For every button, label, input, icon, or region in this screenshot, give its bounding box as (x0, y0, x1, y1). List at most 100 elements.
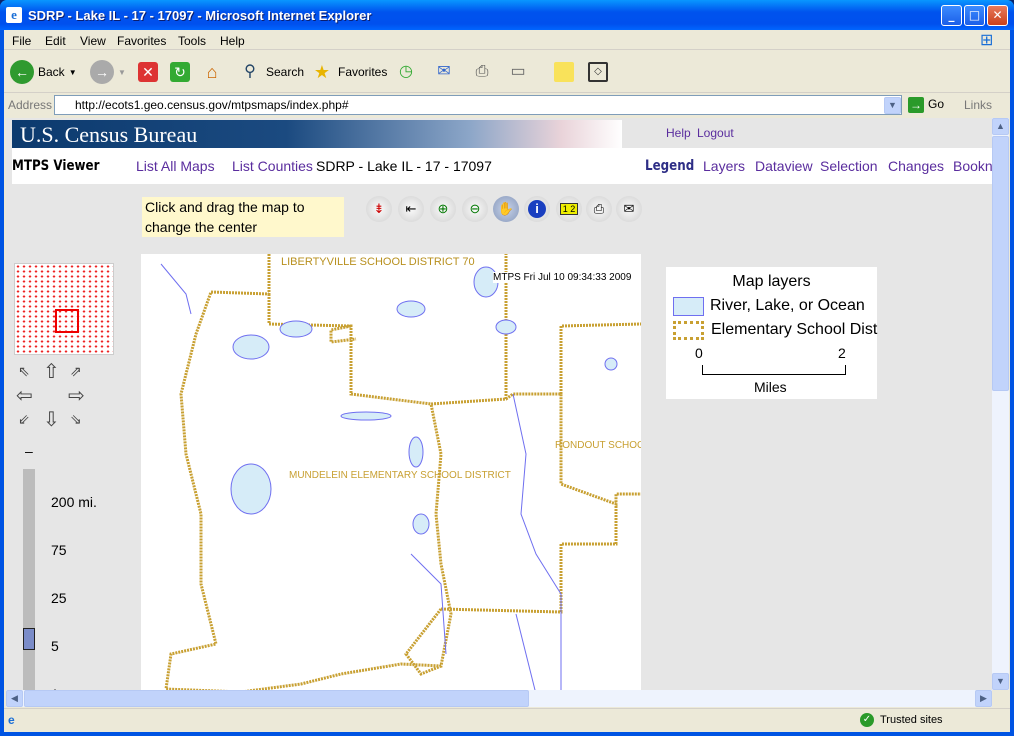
pan-southeast-icon[interactable]: ⇘ (70, 411, 82, 428)
back-label: Back (38, 65, 65, 79)
zoom-slider-track[interactable] (23, 469, 35, 690)
hint-box: Click and drag the map to change the cen… (142, 197, 344, 237)
menu-edit[interactable]: Edit (45, 34, 66, 48)
overview-map[interactable] (14, 263, 114, 355)
forward-button[interactable]: → ▼ (90, 59, 126, 85)
zoom-level-75[interactable]: 75 (51, 542, 67, 558)
zoom-level-200[interactable]: 200 mi. (51, 494, 97, 510)
messenger-button[interactable]: ◇ (588, 59, 608, 85)
logout-link[interactable]: Logout (697, 126, 734, 140)
brand-title: U.S. Census Bureau (20, 122, 198, 147)
info-tool[interactable]: i (524, 196, 550, 222)
refresh-button[interactable]: ↻ (170, 59, 190, 85)
maximize-button[interactable]: □ (964, 5, 985, 26)
stop-button[interactable]: ✕ (138, 59, 158, 85)
window-title: SDRP - Lake IL - 17 - 17097 - Microsoft … (28, 8, 372, 23)
pan-southwest-icon[interactable]: ⇙ (18, 411, 30, 428)
pan-hand-tool-icon[interactable]: ✋ (493, 196, 519, 222)
edit-button[interactable]: ▭ (506, 59, 530, 85)
email-tool-icon[interactable]: ✉ (616, 196, 642, 222)
horizontal-scroll-thumb[interactable] (24, 690, 529, 707)
district-swatch (673, 321, 704, 340)
measure-tool-icon[interactable]: 1 2 (556, 196, 582, 222)
zoom-out-tool-icon[interactable]: ⊖ (462, 196, 488, 222)
district-label-mundelein: MUNDELEIN ELEMENTARY SCHOOL DISTRICT (289, 470, 511, 481)
zoom-in-tool-icon[interactable]: ⊕ (430, 196, 456, 222)
pan-west-icon[interactable]: ⇦ (16, 383, 33, 408)
pan-east-icon[interactable]: ⇨ (68, 383, 85, 408)
back-dropdown-icon[interactable]: ▼ (69, 68, 77, 77)
address-dropdown[interactable]: ▼ (884, 97, 901, 114)
favorites-button[interactable]: ★ Favorites (310, 59, 387, 85)
pan-northeast-icon[interactable]: ⇗ (70, 363, 82, 380)
zoom-slider-thumb[interactable] (23, 628, 35, 650)
favorites-label: Favorites (338, 65, 388, 79)
print-tool-icon[interactable]: ⎙ (586, 196, 612, 222)
menu-tools[interactable]: Tools (178, 34, 206, 48)
zoom-level-25[interactable]: 25 (51, 590, 67, 606)
tab-layers[interactable]: Layers (703, 158, 745, 174)
address-bar: Address http://ecots1.geo.census.gov/mtp… (4, 94, 1010, 116)
pan-northwest-icon[interactable]: ⇖ (18, 363, 30, 380)
tab-legend[interactable]: Legend (645, 158, 694, 174)
trusted-check-icon: ✓ (860, 713, 874, 727)
nav-bar: MTPS Viewer List All Maps List Counties … (12, 148, 992, 184)
star-icon: ★ (313, 62, 331, 82)
close-button[interactable]: ✕ (987, 5, 1008, 26)
overview-extent-box[interactable] (55, 309, 79, 333)
refresh-icon: ↻ (170, 62, 190, 82)
map-canvas[interactable]: LIBERTYVILLE SCHOOL DISTRICT 70 MUNDELEI… (141, 254, 641, 690)
water-bodies (230, 266, 618, 535)
previous-extent-tool-icon[interactable]: ⇤ (398, 196, 424, 222)
menu-view[interactable]: View (80, 34, 106, 48)
notes-button[interactable] (554, 59, 574, 85)
vertical-scroll-thumb[interactable] (992, 136, 1009, 391)
mail-button[interactable]: ✉ (432, 59, 456, 85)
full-extent-tool-icon[interactable]: ⇟ (366, 196, 392, 222)
scale-bar (702, 365, 846, 375)
go-button[interactable]: → Go (908, 97, 944, 113)
address-input[interactable]: http://ecots1.geo.census.gov/mtpsmaps/in… (54, 95, 902, 115)
links-button[interactable]: Links (964, 98, 992, 112)
legend-item-water: River, Lake, or Ocean (710, 297, 865, 314)
menu-help[interactable]: Help (220, 34, 245, 48)
scroll-left-button[interactable]: ◀ (6, 690, 23, 707)
back-button[interactable]: ← Back ▼ (10, 59, 77, 85)
pan-south-icon[interactable]: ⇩ (43, 407, 60, 432)
horizontal-scrollbar[interactable]: ◀ ▶ (6, 690, 992, 707)
home-button[interactable]: ⌂ (200, 59, 224, 85)
zoom-level-5[interactable]: 5 (51, 638, 59, 654)
tab-dataview[interactable]: Dataview (755, 158, 813, 174)
history-icon: ◷ (399, 63, 413, 80)
scroll-right-button[interactable]: ▶ (975, 690, 992, 707)
menu-favorites[interactable]: Favorites (117, 34, 166, 48)
page-content: U.S. Census Bureau Help Logout MTPS View… (6, 118, 992, 690)
scroll-down-button[interactable]: ▼ (992, 673, 1009, 690)
tab-changes[interactable]: Changes (888, 158, 944, 174)
history-button[interactable]: ◷ (394, 59, 418, 85)
zoom-out-step[interactable]: – (25, 443, 33, 459)
stop-icon: ✕ (138, 62, 158, 82)
forward-dropdown-icon[interactable]: ▼ (118, 68, 126, 77)
tab-bookmarks[interactable]: Bookn (953, 158, 992, 174)
info-tool-icon[interactable]: i (528, 200, 546, 218)
scale-end: 2 (838, 345, 846, 361)
legend-title: Map layers (732, 273, 811, 290)
vertical-scrollbar[interactable]: ▲ ▼ (992, 118, 1009, 690)
tab-selection[interactable]: Selection (820, 158, 878, 174)
menu-file[interactable]: File (12, 34, 31, 48)
help-link[interactable]: Help (666, 126, 691, 140)
menu-bar: File Edit View Favorites Tools Help ⊞ (4, 30, 1010, 50)
scroll-up-button[interactable]: ▲ (992, 118, 1009, 135)
list-all-maps-link[interactable]: List All Maps (136, 158, 215, 174)
minimize-button[interactable]: _ (941, 5, 962, 26)
ie-icon: e (6, 7, 22, 23)
address-url: http://ecots1.geo.census.gov/mtpsmaps/in… (75, 98, 349, 112)
list-counties-link[interactable]: List Counties (232, 158, 313, 174)
home-icon: ⌂ (206, 62, 218, 82)
pan-control: ⇖ ⇧ ⇗ ⇦ ⇨ ⇙ ⇩ ⇘ (16, 361, 86, 433)
address-label: Address (8, 98, 53, 112)
search-button[interactable]: ⚲ Search (238, 59, 304, 85)
pan-north-icon[interactable]: ⇧ (43, 359, 60, 384)
print-button[interactable]: ⎙ (470, 59, 494, 85)
